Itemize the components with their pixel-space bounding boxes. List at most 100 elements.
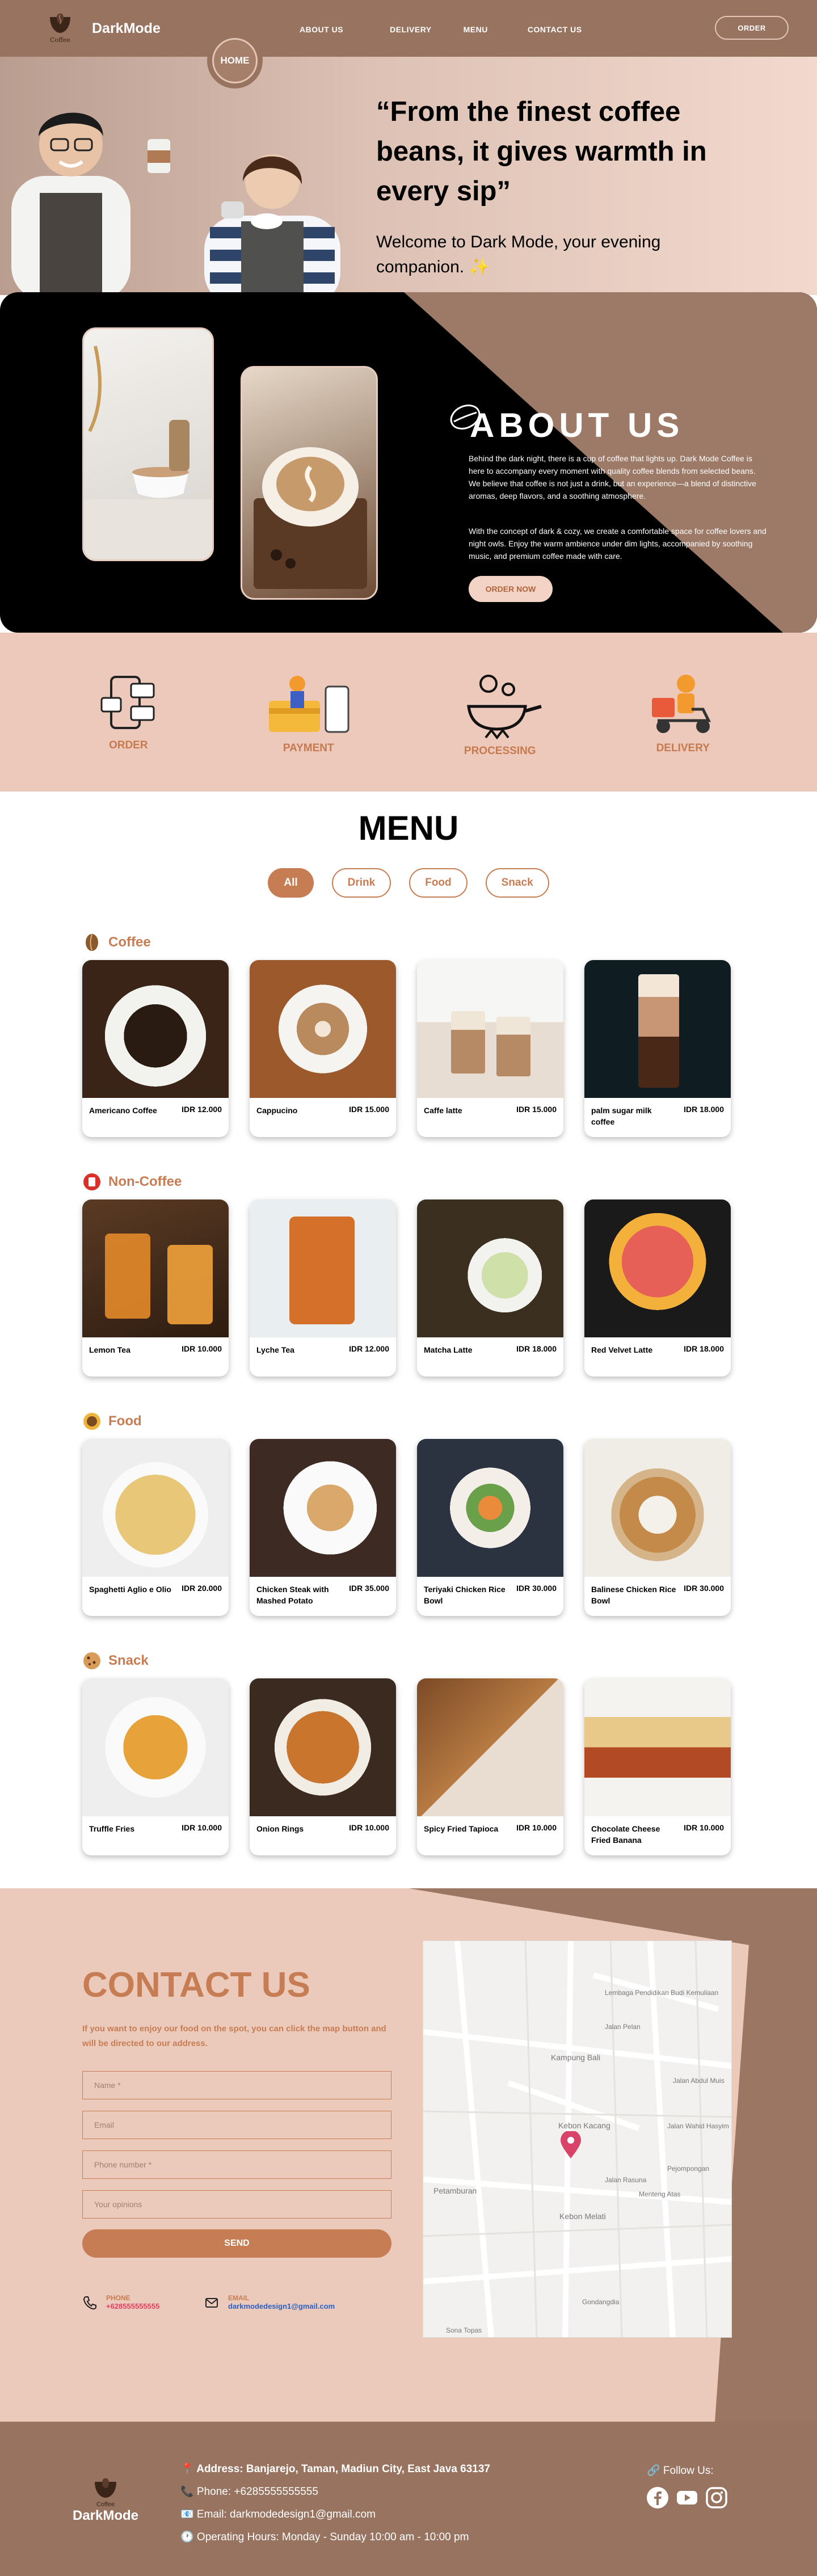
footer-brand: DarkMode [73,2508,139,2523]
step-label: PAYMENT [283,742,334,754]
menu-filters: All Drink Food Snack [0,868,817,898]
menu-card-lyche-tea[interactable]: Lyche Tea IDR 12.000 [250,1199,396,1377]
top-nav: Coffee DarkMode ABOUT US DELIVERY MENU C… [0,0,817,89]
lyche-tea-photo [250,1199,396,1337]
nav-link-contact[interactable]: CONTACT US [528,25,582,34]
category-title: Non-Coffee [108,1174,182,1189]
map-label: Petamburan [433,2186,477,2195]
menu-card-americano[interactable]: Americano Coffee IDR 12.000 [82,960,229,1137]
facebook-icon[interactable] [646,2486,669,2510]
matcha-photo [417,1199,563,1337]
menu-card-teriyaki[interactable]: Teriyaki Chicken Rice Bowl IDR 30.000 [417,1439,563,1616]
home-tab[interactable]: HOME [207,33,263,89]
map-label: Jalan Pelan [605,2023,641,2031]
email-value: darkmodedesign1@gmail.com [228,2302,335,2310]
hero-section: “From the finest coffee beans, it gives … [0,57,817,295]
menu-card-matcha[interactable]: Matcha Latte IDR 18.000 [417,1199,563,1377]
filter-food[interactable]: Food [409,868,468,898]
step-label: DELIVERY [656,742,710,754]
map-label: Jalan Wahid Hasyim [667,2122,729,2130]
filter-all[interactable]: All [268,868,314,898]
contact-title: CONTACT US [82,1965,310,2005]
food-bowl-icon [83,1413,100,1430]
item-price: IDR 35.000 [349,1584,389,1593]
map-label: Gondangdia [582,2298,620,2306]
menu-card-caffe-latte[interactable]: Caffe latte IDR 15.000 [417,960,563,1137]
menu-card-palm-sugar[interactable]: palm sugar milk coffee IDR 18.000 [584,960,731,1137]
nav-link-delivery[interactable]: DELIVERY [390,25,432,34]
map-label: Lembaga Pendidikan Budi Kemuliaan [605,1989,718,1997]
contact-email[interactable]: EMAIL darkmodedesign1@gmail.com [204,2294,335,2310]
chicken-steak-photo [250,1439,396,1577]
contact-phone[interactable]: PHONE +628555555555 [82,2294,159,2310]
hero-welcome: Welcome to Dark Mode, your evening compa… [376,233,661,276]
item-price: IDR 15.000 [516,1105,557,1114]
filter-drink[interactable]: Drink [331,868,391,898]
item-name: Chocolate Cheese Fried Banana [591,1824,660,1845]
map-label: Pejompongan [667,2165,709,2173]
lemon-tea-photo [82,1199,229,1337]
payment-icon [268,676,349,733]
nav-link-menu[interactable]: MENU [464,25,488,34]
menu-card-red-velvet[interactable]: Red Velvet Latte IDR 18.000 [584,1199,731,1377]
step-payment: PAYMENT [263,670,354,755]
menu-card-fried-tapioca[interactable]: Spicy Fried Tapioca IDR 10.000 [417,1678,563,1855]
name-field[interactable] [82,2071,391,2099]
menu-card-balinese[interactable]: Balinese Chicken Rice Bowl IDR 30.000 [584,1439,731,1616]
step-order: ORDER [97,672,159,752]
nav-link-about[interactable]: ABOUT US [300,25,343,34]
menu-card-onion-rings[interactable]: Onion Rings IDR 10.000 [250,1678,396,1855]
item-name: Teriyaki Chicken Rice Bowl [424,1585,506,1605]
americano-photo [82,960,229,1098]
item-price: IDR 12.000 [349,1344,389,1353]
menu-card-fried-banana[interactable]: Chocolate Cheese Fried Banana IDR 10.000 [584,1678,731,1855]
logo-subtitle: Coffee [50,36,70,44]
item-name: Red Velvet Latte [591,1345,653,1354]
footer-email: 📧 Email: darkmodedesign1@gmail.com [180,2508,376,2520]
about-title: ABOUT US [470,406,684,444]
menu-card-spaghetti[interactable]: Spaghetti Aglio e Olio IDR 20.000 [82,1439,229,1616]
main-menu: ABOUT US DELIVERY MENU CONTACT US [300,25,582,34]
item-price: IDR 10.000 [349,1823,389,1832]
map-label: Kebon Kacang [558,2121,610,2130]
footer-address: 📍 Address: Banjarejo, Taman, Madiun City… [180,2463,490,2475]
order-now-button[interactable]: ORDER NOW [469,576,553,602]
coffee-cup-in-hand [148,139,170,173]
youtube-icon[interactable] [675,2486,699,2510]
step-label: ORDER [108,739,148,751]
map-label: Jalan Rasuna [605,2176,647,2184]
menu-card-chicken-steak[interactable]: Chicken Steak with Mashed Potato IDR 35.0… [250,1439,396,1616]
onion-rings-photo [250,1678,396,1816]
logo[interactable]: Coffee DarkMode [45,13,161,44]
send-button[interactable]: SEND [82,2229,391,2258]
fried-tapioca-photo [417,1678,563,1816]
location-map[interactable]: Lembaga Pendidikan Budi Kemuliaan Jalan … [423,1941,732,2338]
item-price: IDR 18.000 [516,1344,557,1353]
fried-banana-photo [584,1678,731,1816]
step-label: PROCESSING [464,745,536,757]
map-pin-icon [561,2131,581,2158]
menu-card-cappucino[interactable]: Cappucino IDR 15.000 [250,960,396,1137]
caffe-latte-photo [417,960,563,1098]
about-paragraph-2: With the concept of dark & cozy, we crea… [469,527,767,561]
footer-logo: Coffee DarkMode [73,2478,138,2524]
step-processing: PROCESSING [457,667,542,757]
filter-snack[interactable]: Snack [485,868,549,898]
opinion-field[interactable] [82,2190,391,2219]
cappucino-photo [250,960,396,1098]
barista-woman-illustration [204,154,340,295]
order-steps: ORDER PAYMENT PROCESSING DELIVERY [0,633,817,792]
item-name: Spicy Fried Tapioca [424,1824,499,1833]
follow-label: 🔗 Follow Us: [647,2465,714,2477]
category-title: Coffee [108,935,151,950]
menu-section: MENU All Drink Food Snack Coffee America… [0,792,817,1855]
cookie-icon [83,1652,100,1669]
phone-field[interactable] [82,2150,391,2179]
order-button[interactable]: ORDER [715,16,789,40]
truffle-fries-photo [82,1678,229,1816]
social-links [646,2486,728,2510]
menu-card-truffle-fries[interactable]: Truffle Fries IDR 10.000 [82,1678,229,1855]
menu-card-lemon-tea[interactable]: Lemon Tea IDR 10.000 [82,1199,229,1377]
instagram-icon[interactable] [705,2486,728,2510]
email-field[interactable] [82,2111,391,2139]
